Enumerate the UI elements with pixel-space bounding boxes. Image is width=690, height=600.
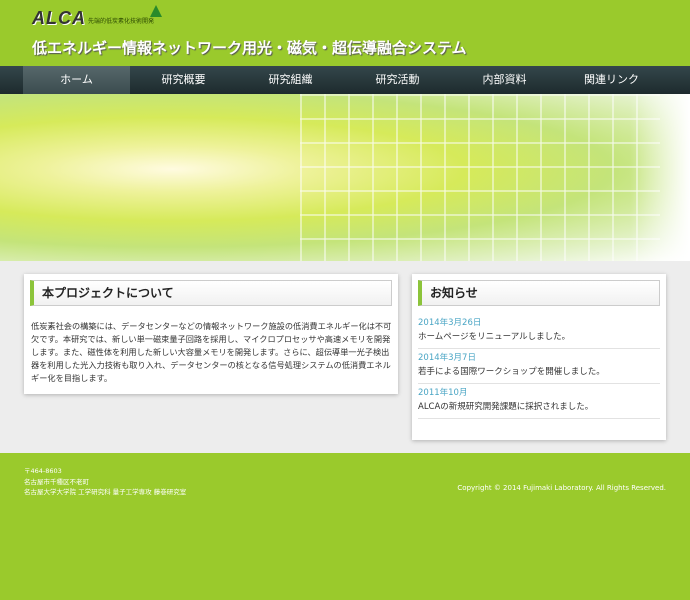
news-date: 2014年3月7日 [418, 353, 476, 363]
alca-logo[interactable]: ALCA [32, 8, 86, 29]
address: 名古屋市千種区不老町 [24, 477, 89, 486]
logo-tagline: 先端的低炭素化技術開発 [88, 18, 155, 25]
about-heading: 本プロジェクトについて [30, 280, 392, 306]
news-list: 2014年3月26日 ホームページをリニューアルしました。 2014年3月7日 … [418, 314, 660, 419]
news-date: 2014年3月26日 [418, 318, 482, 328]
hero-grid-graphic [300, 94, 660, 261]
news-date: 2011年10月 [418, 388, 468, 398]
header: ALCA 先端的低炭素化技術開発 低エネルギー情報ネットワーク用光・磁気・超伝導… [0, 0, 690, 66]
nav-research-activities[interactable]: 研究活動 [344, 66, 451, 94]
organization: 名古屋大学大学院 工学研究科 量子工学専攻 藤巻研究室 [24, 488, 187, 496]
main-nav: ホーム 研究概要 研究組織 研究活動 内部資料 関連リンク [0, 66, 690, 94]
nav-research-overview[interactable]: 研究概要 [130, 66, 237, 94]
about-text: 低炭素社会の構築には、データセンターなどの情報ネットワーク施設の低消費エネルギー… [31, 321, 392, 383]
nav-related-links[interactable]: 関連リンク [558, 66, 665, 94]
hero-fade [630, 94, 690, 261]
about-panel: 本プロジェクトについて 低炭素社会の構築には、データセンターなどの情報ネットワー… [24, 274, 398, 394]
site-title[interactable]: 低エネルギー情報ネットワーク用光・磁気・超伝導融合システム [32, 37, 467, 58]
hero-banner [0, 94, 690, 261]
news-text[interactable]: 若手による国際ワークショップを開催しました。 [418, 365, 660, 379]
postal-code: 〒464-8603 [24, 467, 62, 475]
news-item: 2014年3月7日 若手による国際ワークショップを開催しました。 [418, 349, 660, 384]
nav-internal-documents[interactable]: 内部資料 [451, 66, 558, 94]
copyright: Copyright © 2014 Fujimaki Laboratory. Al… [457, 484, 666, 492]
nav-research-organization[interactable]: 研究組織 [237, 66, 344, 94]
news-heading: お知らせ [418, 280, 660, 306]
news-text[interactable]: ALCAの新規研究開発課題に採択されました。 [418, 400, 660, 414]
footer: 〒464-8603 名古屋市千種区不老町 名古屋大学大学院 工学研究科 量子工学… [0, 453, 690, 600]
nav-home[interactable]: ホーム [23, 66, 130, 94]
footer-address: 〒464-8603 名古屋市千種区不老町 名古屋大学大学院 工学研究科 量子工学… [24, 466, 186, 498]
news-item: 2011年10月 ALCAの新規研究開発課題に採択されました。 [418, 384, 660, 419]
news-text[interactable]: ホームページをリニューアルしました。 [418, 330, 660, 344]
news-item: 2014年3月26日 ホームページをリニューアルしました。 [418, 314, 660, 349]
news-panel: お知らせ 2014年3月26日 ホームページをリニューアルしました。 2014年… [412, 274, 666, 440]
mascot-icon [150, 5, 162, 17]
